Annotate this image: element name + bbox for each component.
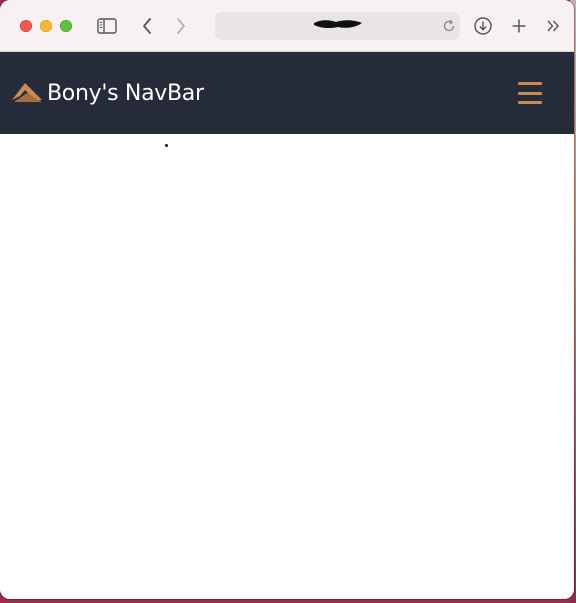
chevron-right-icon[interactable]	[169, 14, 193, 38]
chevron-left-icon[interactable]	[135, 14, 159, 38]
stray-dot	[165, 144, 168, 147]
brand-name: Bony's NavBar	[47, 80, 204, 106]
brand-link[interactable]: Bony's NavBar	[11, 74, 204, 112]
hamburger-line	[518, 101, 542, 104]
close-window-button[interactable]	[20, 20, 32, 32]
reload-icon[interactable]	[441, 18, 457, 34]
browser-window: Bony's NavBar	[0, 0, 574, 599]
hamburger-line	[518, 82, 542, 85]
maximize-window-button[interactable]	[60, 20, 72, 32]
bony-logo-icon	[12, 83, 42, 102]
plus-icon[interactable]	[507, 14, 531, 38]
hamburger-menu-icon[interactable]	[518, 82, 544, 104]
browser-toolbar	[0, 0, 574, 52]
redacted-url-mark	[314, 20, 362, 29]
page-content	[0, 134, 574, 599]
minimize-window-button[interactable]	[40, 20, 52, 32]
site-navbar: Bony's NavBar	[0, 52, 574, 134]
download-icon[interactable]	[471, 14, 495, 38]
sidebar-icon[interactable]	[95, 14, 119, 38]
double-chevron-right-icon[interactable]	[541, 14, 565, 38]
address-bar[interactable]	[215, 12, 460, 40]
hamburger-line	[518, 91, 542, 95]
